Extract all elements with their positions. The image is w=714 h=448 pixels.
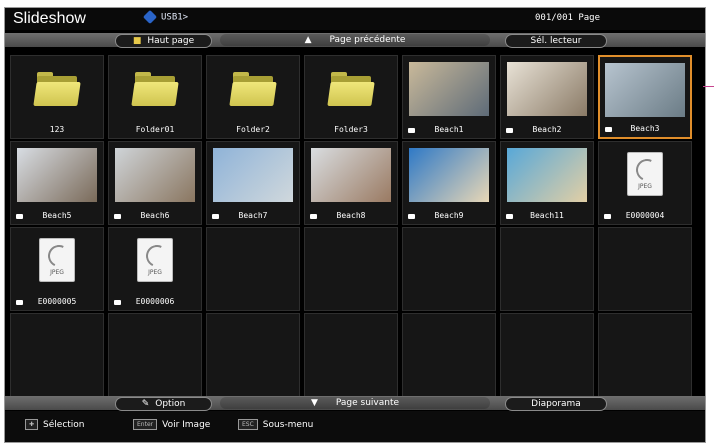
prev-page-button[interactable]: ▲ Page précédente — [220, 34, 490, 46]
select-reader-label: Sél. lecteur — [530, 36, 582, 46]
next-page-label: Page suivante — [335, 398, 400, 408]
file-label: Beach7 — [238, 211, 268, 220]
file-label: Beach6 — [140, 211, 170, 220]
top-nav-bar: ■ Haut page ▲ Page précédente Sél. lecteur — [5, 33, 705, 48]
empty-slot — [108, 313, 202, 397]
file-label: Beach3 — [630, 124, 660, 133]
callout-line — [703, 86, 714, 87]
file-item[interactable]: Beach5 — [10, 141, 104, 225]
empty-slot — [598, 227, 692, 311]
folder-icon — [33, 70, 81, 106]
file-label: E0000006 — [135, 297, 175, 306]
app-title: Slideshow — [13, 10, 86, 27]
prev-page-label: Page précédente — [329, 35, 406, 45]
device-indicator: USB1> — [142, 9, 189, 25]
empty-slot — [598, 313, 692, 397]
photo-thumbnail — [311, 148, 391, 202]
option-button[interactable]: ✎ Option — [115, 397, 212, 411]
empty-slot — [206, 313, 300, 397]
jpeg-file-icon: JPEG — [627, 152, 663, 196]
footer-help-bar: ✚ Sélection Enter Voir Image ESC Sous-menu — [5, 411, 705, 442]
option-icon: ✎ — [141, 399, 150, 409]
file-item[interactable]: JPEG E0000005 — [10, 227, 104, 311]
empty-slot — [402, 313, 496, 397]
option-label: Option — [155, 399, 186, 409]
empty-slot — [304, 313, 398, 397]
up-arrow-icon: ▲ — [304, 35, 312, 45]
submenu-label: Sous-menu — [262, 420, 314, 430]
enter-key-icon: Enter — [133, 419, 158, 430]
empty-slot — [500, 227, 594, 311]
file-item[interactable]: Beach6 — [108, 141, 202, 225]
usb-icon — [142, 9, 158, 25]
home-icon: ■ — [132, 36, 142, 46]
photo-thumbnail — [115, 148, 195, 202]
slideshow-button[interactable]: Diaporama — [505, 397, 607, 411]
file-item[interactable]: Beach3 — [598, 55, 692, 139]
device-label: USB1> — [161, 12, 189, 23]
file-label: Beach11 — [530, 211, 564, 220]
photo-thumbnail — [409, 148, 489, 202]
file-item[interactable]: Beach8 — [304, 141, 398, 225]
empty-slot — [10, 313, 104, 397]
file-label: Folder2 — [236, 125, 270, 134]
file-item[interactable]: 123 — [10, 55, 104, 139]
folder-icon — [229, 70, 277, 106]
page-indicator: 001/001 Page — [535, 13, 601, 23]
photo-thumbnail — [409, 62, 489, 116]
photo-thumbnail — [605, 63, 685, 117]
submenu-hint: ESC Sous-menu — [238, 419, 313, 430]
view-label: Voir Image — [162, 420, 211, 430]
file-label: Beach5 — [42, 211, 72, 220]
slideshow-window: Slideshow USB1> 001/001 Page ■ Haut page … — [4, 7, 706, 443]
folder-icon — [131, 70, 179, 106]
file-label: Folder01 — [135, 125, 175, 134]
slideshow-label: Diaporama — [531, 399, 581, 409]
view-hint: Enter Voir Image — [133, 419, 210, 430]
file-item[interactable]: Beach7 — [206, 141, 300, 225]
file-item[interactable]: Beach1 — [402, 55, 496, 139]
file-label: Beach8 — [336, 211, 366, 220]
file-label: E0000004 — [625, 211, 665, 220]
folder-icon — [327, 70, 375, 106]
header: Slideshow USB1> 001/001 Page — [5, 8, 705, 30]
empty-slot — [402, 227, 496, 311]
photo-thumbnail — [507, 148, 587, 202]
empty-slot — [206, 227, 300, 311]
photo-thumbnail — [213, 148, 293, 202]
home-page-label: Haut page — [147, 36, 195, 46]
selection-label: Sélection — [43, 420, 85, 430]
file-item[interactable]: Beach11 — [500, 141, 594, 225]
select-reader-button[interactable]: Sél. lecteur — [505, 34, 607, 48]
bottom-nav-bar: ✎ Option ▼ Page suivante Diaporama — [5, 396, 705, 411]
file-item[interactable]: JPEG E0000006 — [108, 227, 202, 311]
photo-thumbnail — [17, 148, 97, 202]
empty-slot — [500, 313, 594, 397]
file-item[interactable]: Folder2 — [206, 55, 300, 139]
esc-key-icon: ESC — [238, 419, 258, 430]
selection-hint: ✚ Sélection — [25, 419, 85, 430]
down-arrow-icon: ▼ — [310, 398, 318, 408]
file-label: 123 — [49, 125, 65, 134]
file-item[interactable]: Folder01 — [108, 55, 202, 139]
file-label: Beach9 — [434, 211, 464, 220]
file-label: Beach1 — [434, 125, 464, 134]
file-label: Beach2 — [532, 125, 562, 134]
jpeg-file-icon: JPEG — [39, 238, 75, 282]
file-item[interactable]: Beach2 — [500, 55, 594, 139]
file-label: Folder3 — [334, 125, 368, 134]
file-item[interactable]: Folder3 — [304, 55, 398, 139]
jpeg-file-icon: JPEG — [137, 238, 173, 282]
home-page-button[interactable]: ■ Haut page — [115, 34, 212, 48]
next-page-button[interactable]: ▼ Page suivante — [220, 397, 490, 409]
dpad-key-icon: ✚ — [25, 419, 39, 430]
file-item[interactable]: Beach9 — [402, 141, 496, 225]
empty-slot — [304, 227, 398, 311]
file-item[interactable]: JPEG E0000004 — [598, 141, 692, 225]
file-label: E0000005 — [37, 297, 77, 306]
photo-thumbnail — [507, 62, 587, 116]
